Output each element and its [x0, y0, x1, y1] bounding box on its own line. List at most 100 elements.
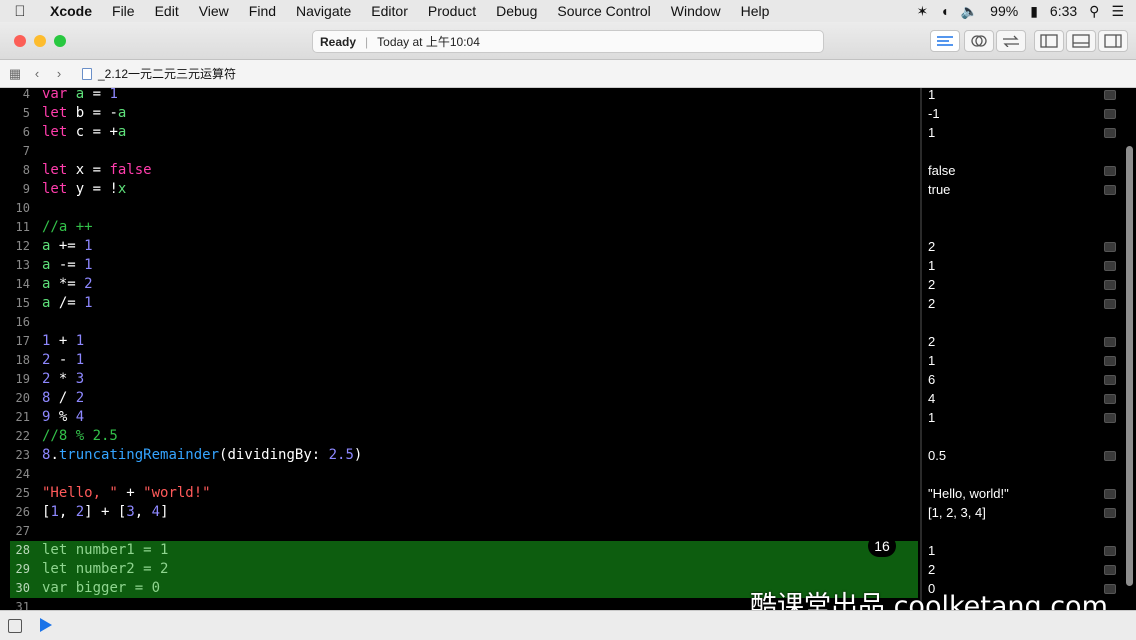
menu-edit[interactable]: Edit [145, 3, 189, 19]
code-line[interactable]: 5 let b = -a [0, 104, 920, 123]
code-token: let [42, 162, 68, 178]
battery-icon[interactable]: ▮ [1030, 3, 1038, 20]
code-token: b = - [67, 105, 118, 121]
quick-look-toggle-icon[interactable] [1104, 565, 1116, 575]
menu-help[interactable]: Help [731, 3, 780, 19]
code-line[interactable]: 19 2 * 3 [0, 370, 920, 389]
code-line[interactable]: 15 a /= 1 [0, 294, 920, 313]
close-window-button[interactable] [14, 35, 26, 47]
code-line[interactable]: 16 [0, 313, 920, 332]
toggle-utilities-button[interactable] [1098, 30, 1128, 52]
code-line[interactable]: 18 2 - 1 [0, 351, 920, 370]
code-line[interactable]: 22 //8 % 2.5 [0, 427, 920, 446]
source-editor[interactable]: 4 var a = 1 5 let b = -a 6 let c = +a 7 8 let x … [0, 88, 920, 610]
quick-look-toggle-icon[interactable] [1104, 109, 1116, 119]
assistant-editor-button[interactable] [964, 30, 994, 52]
line-number: 10 [15, 201, 30, 215]
quick-look-toggle-icon[interactable] [1104, 299, 1116, 309]
forward-chevron-icon[interactable]: › [48, 66, 70, 81]
code-text: [1, 2] + [3, 4] [42, 503, 169, 522]
quick-look-toggle-icon[interactable] [1104, 356, 1116, 366]
code-line[interactable]: 24 [0, 465, 920, 484]
code-token: 2 [160, 561, 169, 577]
clock[interactable]: 6:33 [1050, 3, 1077, 19]
code-token: let [42, 105, 68, 121]
wifi-icon[interactable]: ◖ [940, 3, 948, 19]
code-token: "world!" [143, 485, 211, 501]
menu-file[interactable]: File [102, 3, 145, 19]
run-playground-icon[interactable] [40, 618, 52, 632]
code-line[interactable]: 12 a += 1 [0, 237, 920, 256]
code-line[interactable]: 14 a *= 2 [0, 275, 920, 294]
quick-look-toggle-icon[interactable] [1104, 242, 1116, 252]
menu-window[interactable]: Window [661, 3, 731, 19]
version-editor-button[interactable] [996, 30, 1026, 52]
menu-view[interactable]: View [189, 3, 239, 19]
code-line[interactable]: 23 8.truncatingRemainder(dividingBy: 2.5) [0, 446, 920, 465]
code-token: number2 [75, 561, 135, 577]
quick-look-toggle-icon[interactable] [1104, 280, 1116, 290]
code-line[interactable]: 26 [1, 2] + [3, 4] [0, 503, 920, 522]
quick-look-toggle-icon[interactable] [1104, 489, 1116, 499]
menu-source-control[interactable]: Source Control [547, 3, 660, 19]
standard-editor-button[interactable] [930, 30, 960, 52]
quick-look-toggle-icon[interactable] [1104, 128, 1116, 138]
code-line[interactable]: 17 1 + 1 [0, 332, 920, 351]
code-line[interactable]: 20 8 / 2 [0, 389, 920, 408]
highlighted-code-line[interactable]: 28 let number1 = 1 [10, 541, 918, 560]
battery-percent[interactable]: 99% [990, 3, 1018, 19]
quick-look-toggle-icon[interactable] [1104, 337, 1116, 347]
back-chevron-icon[interactable]: ‹ [26, 66, 48, 81]
menu-app-xcode[interactable]: Xcode [40, 3, 102, 19]
menu-find[interactable]: Find [239, 3, 286, 19]
code-line[interactable]: 6 let c = +a [0, 123, 920, 142]
code-token: , [134, 504, 152, 520]
code-line[interactable]: 27 [0, 522, 920, 541]
result-value: 1 [928, 88, 936, 102]
code-line[interactable]: 25 "Hello, " + "world!" [0, 484, 920, 503]
quick-look-toggle-icon[interactable] [1104, 508, 1116, 518]
quick-look-toggle-icon[interactable] [1104, 451, 1116, 461]
menu-product[interactable]: Product [418, 3, 486, 19]
menu-bar:  Xcode File Edit View Find Navigate Edi… [0, 0, 1136, 22]
code-line[interactable]: 4 var a = 1 [0, 88, 920, 104]
quick-look-toggle-icon[interactable] [1104, 546, 1116, 556]
quick-look-toggle-icon[interactable] [1104, 375, 1116, 385]
volume-icon[interactable]: 🔈 [961, 3, 978, 20]
quick-look-toggle-icon[interactable] [1104, 90, 1116, 100]
code-text: 2 - 1 [42, 351, 84, 370]
quick-look-toggle-icon[interactable] [1104, 413, 1116, 423]
maximize-window-button[interactable] [54, 35, 66, 47]
menu-editor[interactable]: Editor [361, 3, 418, 19]
quick-look-toggle-icon[interactable] [1104, 185, 1116, 195]
quick-look-toggle-icon[interactable] [1104, 166, 1116, 176]
code-line[interactable]: 7 [0, 142, 920, 161]
line-number: 22 [15, 429, 30, 443]
code-line[interactable]: 8 let x = false [0, 161, 920, 180]
bluetooth-icon[interactable]: ✶ [917, 3, 929, 20]
quick-look-toggle-icon[interactable] [1104, 394, 1116, 404]
code-line[interactable]: 21 9 % 4 [0, 408, 920, 427]
apple-menu-icon[interactable]:  [0, 3, 40, 20]
results-scrollbar[interactable] [1126, 146, 1133, 586]
minimize-window-button[interactable] [34, 35, 46, 47]
toggle-debug-area-button[interactable] [1066, 30, 1096, 52]
hide-debug-area-icon[interactable] [8, 619, 22, 633]
code-text: a *= 2 [42, 275, 93, 294]
code-line[interactable]: 13 a -= 1 [0, 256, 920, 275]
code-line[interactable]: 9 let y = !x [0, 180, 920, 199]
menu-debug[interactable]: Debug [486, 3, 547, 19]
toggle-navigator-button[interactable] [1034, 30, 1064, 52]
quick-look-toggle-icon[interactable] [1104, 261, 1116, 271]
breadcrumb-file-name[interactable]: _2.12一元二元三元运算符 [98, 65, 236, 82]
related-items-grid-icon[interactable]: ▦ [4, 66, 26, 82]
code-token: (dividingBy: [219, 447, 329, 463]
code-line[interactable]: 11 //a ++ [0, 218, 920, 237]
line-number: 21 [15, 410, 30, 424]
notification-center-icon[interactable]: ☰ [1111, 3, 1124, 20]
highlighted-code-line[interactable]: 29 let number2 = 2 [10, 560, 918, 579]
spotlight-search-icon[interactable]: ⚲ [1089, 3, 1099, 20]
code-line[interactable]: 10 [0, 199, 920, 218]
menu-navigate[interactable]: Navigate [286, 3, 361, 19]
